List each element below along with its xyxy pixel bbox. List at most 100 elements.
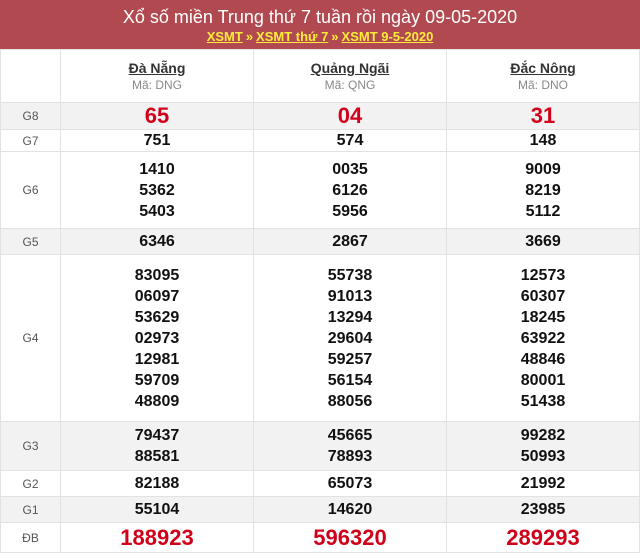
prize-row: G8 65 04 31 bbox=[0, 102, 640, 130]
prize-number: 80001 bbox=[520, 371, 566, 389]
prize-number: 5362 bbox=[139, 181, 175, 199]
breadcrumb-xsmt-date-link[interactable]: XSMT 9-5-2020 bbox=[342, 29, 434, 44]
prize-row: G2 82188 65073 21992 bbox=[0, 470, 640, 497]
province-header-row: Đà Nẵng Mã: DNG Quảng Ngãi Mã: QNG Đắc N… bbox=[0, 49, 640, 103]
prize-number: 18245 bbox=[520, 308, 566, 326]
prize-number: 751 bbox=[143, 132, 171, 149]
prize-number: 5112 bbox=[525, 202, 561, 220]
prize-number: 31 bbox=[530, 103, 556, 128]
prize-number: 59257 bbox=[327, 350, 373, 368]
prize-cell: 596320 bbox=[253, 522, 447, 553]
province-column: Đắc Nông Mã: DNO bbox=[446, 49, 640, 103]
prize-number: 65073 bbox=[327, 475, 373, 492]
prize-number: 04 bbox=[337, 103, 363, 128]
province-code: Mã: DNG bbox=[131, 78, 182, 92]
prize-number: 60307 bbox=[520, 287, 566, 305]
prize-cell: 55738 91013 13294 29604 59257 56154 88056 bbox=[253, 254, 447, 422]
prize-number: 02973 bbox=[134, 329, 180, 347]
prize-label: G8 bbox=[0, 102, 61, 130]
prize-cell: 6346 bbox=[60, 228, 254, 255]
prize-number: 5956 bbox=[332, 202, 368, 220]
prize-row: G7 751 574 148 bbox=[0, 129, 640, 152]
prize-cell: 12573 60307 18245 63922 48846 80001 51438 bbox=[446, 254, 640, 422]
prize-number: 596320 bbox=[313, 524, 387, 550]
prize-number: 9009 bbox=[525, 160, 561, 178]
prize-number: 53629 bbox=[134, 308, 180, 326]
province-name-link[interactable]: Quảng Ngãi bbox=[254, 60, 446, 76]
prize-cell: 65073 bbox=[253, 470, 447, 497]
prize-number: 29604 bbox=[327, 329, 373, 347]
prize-number: 48809 bbox=[134, 392, 180, 410]
prize-cell: 79437 88581 bbox=[60, 421, 254, 471]
prize-row: ĐB 188923 596320 289293 bbox=[0, 522, 640, 553]
prize-cell: 751 bbox=[60, 129, 254, 152]
prize-number: 82188 bbox=[134, 475, 180, 492]
breadcrumb-xsmt-link[interactable]: XSMT bbox=[207, 29, 243, 44]
prize-label: G6 bbox=[0, 151, 61, 229]
prize-cell: 188923 bbox=[60, 522, 254, 553]
prize-row: G3 79437 88581 45665 78893 99282 50993 bbox=[0, 421, 640, 471]
prize-number: 5403 bbox=[139, 202, 175, 220]
prize-number: 55104 bbox=[134, 501, 180, 518]
prize-number: 6126 bbox=[332, 181, 368, 199]
prize-cell: 0035 6126 5956 bbox=[253, 151, 447, 229]
prize-number: 188923 bbox=[120, 524, 194, 550]
province-column: Quảng Ngãi Mã: QNG bbox=[253, 49, 447, 103]
prize-cell: 9009 8219 5112 bbox=[446, 151, 640, 229]
breadcrumb-xsmt-saturday-link[interactable]: XSMT thứ 7 bbox=[256, 29, 328, 44]
prize-cell: 99282 50993 bbox=[446, 421, 640, 471]
prize-number: 6346 bbox=[139, 233, 175, 250]
results-header: Xổ số miền Trung thứ 7 tuần rồi ngày 09-… bbox=[0, 0, 640, 49]
results-table: Đà Nẵng Mã: DNG Quảng Ngãi Mã: QNG Đắc N… bbox=[0, 49, 640, 553]
prize-number: 14620 bbox=[327, 501, 373, 518]
prize-cell: 55104 bbox=[60, 496, 254, 523]
prize-number: 12573 bbox=[520, 266, 566, 284]
prize-number: 21992 bbox=[520, 475, 566, 492]
prize-number: 65 bbox=[144, 103, 170, 128]
prize-cell: 45665 78893 bbox=[253, 421, 447, 471]
prize-number: 88056 bbox=[327, 392, 373, 410]
page-title: Xổ số miền Trung thứ 7 tuần rồi ngày 09-… bbox=[122, 7, 518, 27]
prize-number: 13294 bbox=[327, 308, 373, 326]
province-code: Mã: QNG bbox=[324, 78, 376, 92]
prize-cell: 148 bbox=[446, 129, 640, 152]
prize-number: 55738 bbox=[327, 266, 373, 284]
breadcrumb: XSMT» XSMT thứ 7» XSMT 9-5-2020 bbox=[0, 28, 640, 46]
prize-label: G1 bbox=[0, 496, 61, 523]
prize-cell: 82188 bbox=[60, 470, 254, 497]
province-name-link[interactable]: Đà Nẵng bbox=[61, 60, 253, 76]
province-code: Mã: DNO bbox=[517, 78, 568, 92]
breadcrumb-separator: » bbox=[245, 29, 254, 44]
prize-cell: 2867 bbox=[253, 228, 447, 255]
breadcrumb-separator: » bbox=[331, 29, 339, 44]
prize-number: 06097 bbox=[134, 287, 180, 305]
prize-cell: 65 bbox=[60, 102, 254, 130]
prize-number: 0035 bbox=[332, 160, 368, 178]
empty-corner-cell bbox=[0, 49, 61, 103]
prize-cell: 574 bbox=[253, 129, 447, 152]
prize-number: 83095 bbox=[134, 266, 180, 284]
province-name-link[interactable]: Đắc Nông bbox=[447, 60, 639, 76]
prize-label: G3 bbox=[0, 421, 61, 471]
prize-cell: 14620 bbox=[253, 496, 447, 523]
prize-label: G4 bbox=[0, 254, 61, 422]
prize-cell: 1410 5362 5403 bbox=[60, 151, 254, 229]
prize-number: 48846 bbox=[520, 350, 566, 368]
prize-number: 45665 bbox=[327, 427, 373, 444]
prize-number: 50993 bbox=[520, 448, 566, 465]
prize-row: G6 1410 5362 5403 0035 6126 5956 9009 8219 5112 bbox=[0, 151, 640, 229]
prize-number: 12981 bbox=[134, 350, 180, 368]
prize-cell: 83095 06097 53629 02973 12981 59709 48809 bbox=[60, 254, 254, 422]
prize-number: 88581 bbox=[134, 448, 180, 465]
prize-number: 56154 bbox=[327, 371, 373, 389]
prize-rows: G8 65 04 31 G7 751 574 148 G6 1410 5362 5403 0035 612… bbox=[0, 102, 640, 553]
prize-cell: 04 bbox=[253, 102, 447, 130]
prize-number: 2867 bbox=[332, 233, 368, 250]
prize-number: 91013 bbox=[327, 287, 373, 305]
prize-number: 51438 bbox=[520, 392, 566, 410]
prize-number: 79437 bbox=[134, 427, 180, 444]
prize-number: 63922 bbox=[520, 329, 566, 347]
prize-cell: 3669 bbox=[446, 228, 640, 255]
prize-number: 78893 bbox=[327, 448, 373, 465]
prize-number: 8219 bbox=[525, 181, 561, 199]
